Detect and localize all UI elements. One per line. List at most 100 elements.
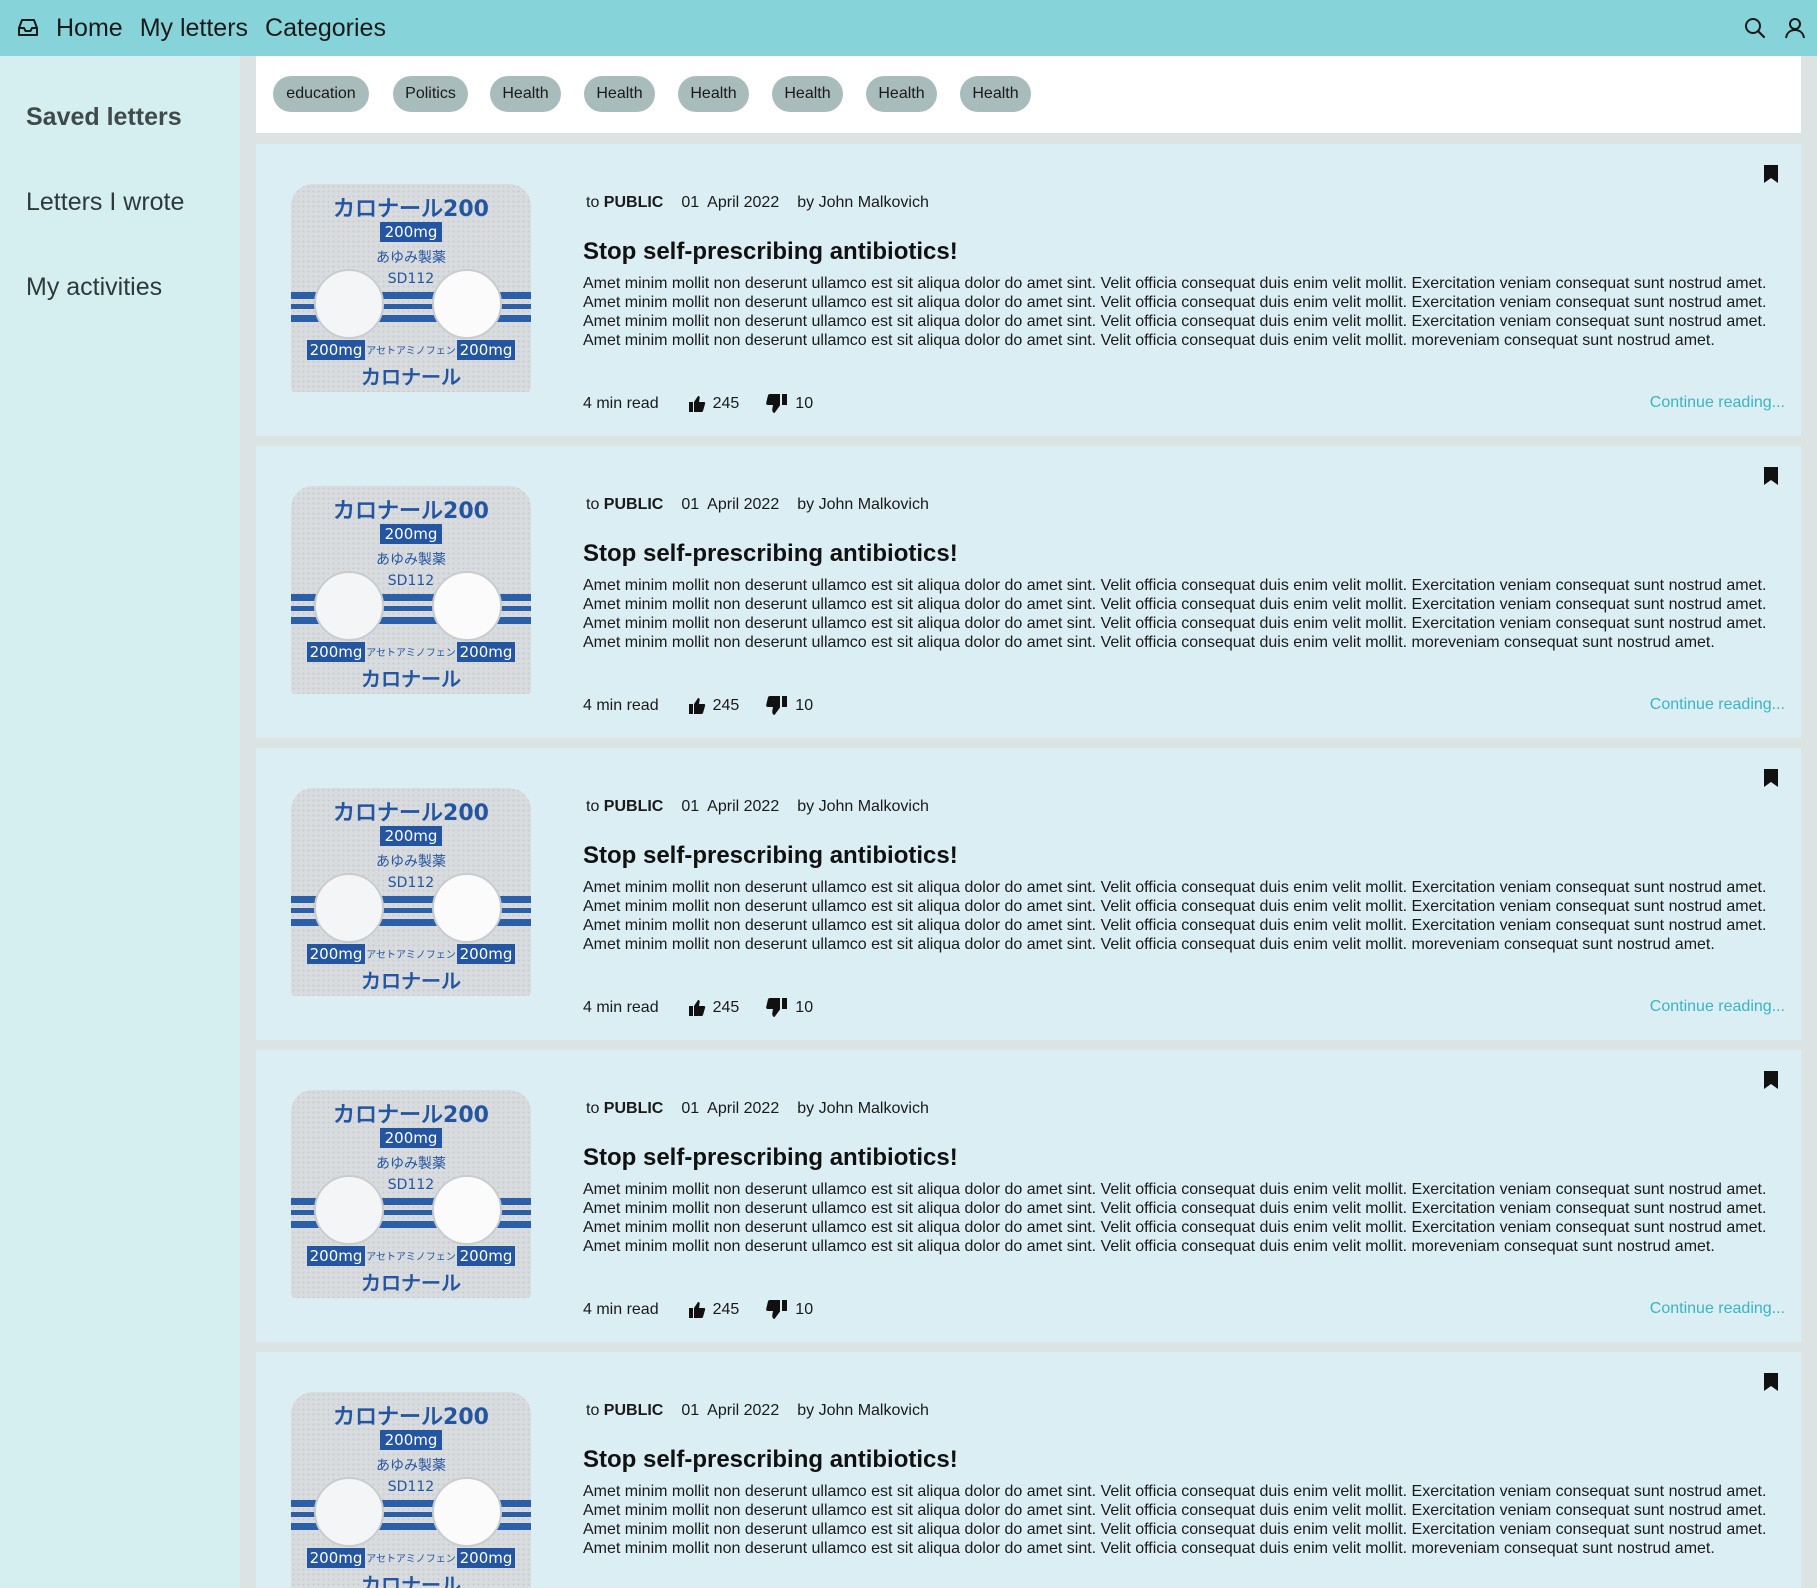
thumb-left-dose: 200mg	[310, 1247, 363, 1265]
tag-chip[interactable]: Health	[678, 76, 749, 112]
letter-author: by John Malkovich	[797, 1100, 929, 1117]
thumb-bottom: カロナール	[361, 365, 461, 389]
bookmark-icon[interactable]	[1763, 466, 1779, 486]
letter-excerpt: Amet minim mollit non deserunt ullamco e…	[583, 275, 1767, 349]
letter-title[interactable]: Stop self-prescribing antibiotics!	[583, 842, 958, 870]
nav-my-letters[interactable]: My letters	[140, 14, 248, 43]
bookmark-icon[interactable]	[1763, 164, 1779, 184]
letter-stats: 4 min read 245 10	[583, 696, 813, 716]
sidebar-item-my-activities[interactable]: My activities	[26, 273, 162, 302]
bookmark-icon[interactable]	[1763, 1372, 1779, 1392]
thumb-left-dose: 200mg	[310, 341, 363, 359]
bookmark-icon[interactable]	[1763, 1070, 1779, 1090]
read-time: 4 min read	[583, 697, 659, 714]
tag-chip[interactable]: Politics	[393, 76, 468, 112]
top-navigation-bar: Home My letters Categories	[0, 0, 1817, 56]
thumb-middle: アセトアミノフェン	[366, 1553, 456, 1565]
thumbs-up-icon[interactable]	[687, 1300, 707, 1320]
thumbs-down-icon[interactable]	[765, 394, 789, 414]
inbox-icon[interactable]	[16, 16, 40, 40]
search-icon[interactable]	[1743, 16, 1767, 40]
thumb-bottom: カロナール	[361, 1573, 461, 1588]
thumb-right-dose: 200mg	[460, 1549, 513, 1567]
sidebar-item-letters-i-wrote[interactable]: Letters I wrote	[26, 188, 184, 217]
recipient-prefix: to	[586, 798, 600, 815]
letter-author: by John Malkovich	[797, 194, 929, 211]
thumb-brand: カロナール200	[333, 499, 489, 524]
thumb-dose: 200mg	[385, 1431, 438, 1449]
letter-title[interactable]: Stop self-prescribing antibiotics!	[583, 540, 958, 568]
dislike-count: 10	[795, 999, 814, 1016]
letter-card: カロナール200 200mg あゆみ製薬 SD112 200mg アセトアミノフ…	[256, 144, 1801, 436]
recipient-name: PUBLIC	[603, 1402, 664, 1419]
recipient-name: PUBLIC	[603, 194, 664, 211]
medicine-thumbnail: カロナール200 200mg あゆみ製薬 SD112 200mg アセトアミノフ…	[291, 486, 531, 694]
user-icon[interactable]	[1783, 16, 1807, 40]
like-count: 245	[712, 697, 740, 714]
category-tag-bar: education Politics Health Health Health …	[256, 56, 1801, 133]
thumbs-down-icon[interactable]	[765, 696, 789, 716]
tag-chip[interactable]: Health	[772, 76, 843, 112]
letter-date: 01 April 2022	[681, 798, 780, 815]
letter-excerpt: Amet minim mollit non deserunt ullamco e…	[583, 1181, 1767, 1255]
tag-chip[interactable]: Health	[866, 76, 937, 112]
continue-reading-link[interactable]: Continue reading...	[1650, 696, 1785, 714]
bookmark-icon[interactable]	[1763, 768, 1779, 788]
letter-title[interactable]: Stop self-prescribing antibiotics!	[583, 238, 958, 266]
thumb-code: SD112	[388, 271, 434, 287]
sidebar-item-saved-letters[interactable]: Saved letters	[26, 103, 182, 132]
thumb-dose: 200mg	[385, 827, 438, 845]
thumb-brand: カロナール200	[333, 801, 489, 826]
thumb-bottom: カロナール	[361, 1271, 461, 1295]
medicine-thumbnail: カロナール200 200mg あゆみ製薬 SD112 200mg アセトアミノフ…	[291, 1392, 531, 1588]
recipient-prefix: to	[586, 1402, 600, 1419]
thumb-bottom: カロナール	[361, 667, 461, 691]
thumb-maker: あゆみ製薬	[376, 552, 446, 568]
medicine-thumbnail: カロナール200 200mg あゆみ製薬 SD112 200mg アセトアミノフ…	[291, 184, 531, 392]
letter-stats: 4 min read 245 10	[583, 998, 813, 1018]
letter-stats: 4 min read 245 10	[583, 394, 813, 414]
like-count: 245	[712, 395, 740, 412]
letter-author: by John Malkovich	[797, 798, 929, 815]
letter-excerpt: Amet minim mollit non deserunt ullamco e…	[583, 577, 1767, 651]
nav-categories[interactable]: Categories	[265, 14, 386, 43]
thumbs-up-icon[interactable]	[687, 696, 707, 716]
tag-chip[interactable]: Health	[584, 76, 655, 112]
thumb-brand: カロナール200	[333, 1405, 489, 1430]
thumb-dose: 200mg	[385, 525, 438, 543]
letter-date: 01 April 2022	[681, 1100, 780, 1117]
thumbs-down-icon[interactable]	[765, 1300, 789, 1320]
tag-chip[interactable]: Health	[960, 76, 1031, 112]
continue-reading-link[interactable]: Continue reading...	[1650, 998, 1785, 1016]
thumb-middle: アセトアミノフェン	[366, 647, 456, 659]
continue-reading-link[interactable]: Continue reading...	[1650, 394, 1785, 412]
thumbs-down-icon[interactable]	[765, 998, 789, 1018]
letter-title[interactable]: Stop self-prescribing antibiotics!	[583, 1446, 958, 1474]
letter-recipient: to PUBLIC	[586, 496, 663, 514]
letter-meta: to PUBLIC 01 April 2022 by John Malkovic…	[586, 1100, 929, 1118]
letter-recipient: to PUBLIC	[586, 1100, 663, 1118]
thumb-brand: カロナール200	[333, 197, 489, 222]
letter-recipient: to PUBLIC	[586, 1402, 663, 1420]
dislike-count: 10	[795, 395, 814, 412]
tag-chip[interactable]: Health	[490, 76, 561, 112]
letter-title[interactable]: Stop self-prescribing antibiotics!	[583, 1144, 958, 1172]
topbar-actions	[1743, 0, 1807, 56]
letter-author: by John Malkovich	[797, 1402, 929, 1419]
sidebar: Saved letters Letters I wrote My activit…	[0, 56, 240, 1588]
continue-reading-link[interactable]: Continue reading...	[1650, 1300, 1785, 1318]
thumbs-up-icon[interactable]	[687, 394, 707, 414]
thumb-code: SD112	[388, 1479, 434, 1495]
nav-home[interactable]: Home	[56, 14, 123, 43]
letter-excerpt: Amet minim mollit non deserunt ullamco e…	[583, 879, 1767, 953]
thumb-bottom: カロナール	[361, 969, 461, 993]
thumb-maker: あゆみ製薬	[376, 854, 446, 870]
tag-chip[interactable]: education	[273, 76, 369, 112]
thumb-left-dose: 200mg	[310, 643, 363, 661]
letter-card: カロナール200 200mg あゆみ製薬 SD112 200mg アセトアミノフ…	[256, 748, 1801, 1040]
recipient-name: PUBLIC	[603, 1100, 664, 1117]
recipient-prefix: to	[586, 194, 600, 211]
thumb-code: SD112	[388, 1177, 434, 1193]
thumbs-up-icon[interactable]	[687, 998, 707, 1018]
letter-card: カロナール200 200mg あゆみ製薬 SD112 200mg アセトアミノフ…	[256, 1352, 1801, 1588]
